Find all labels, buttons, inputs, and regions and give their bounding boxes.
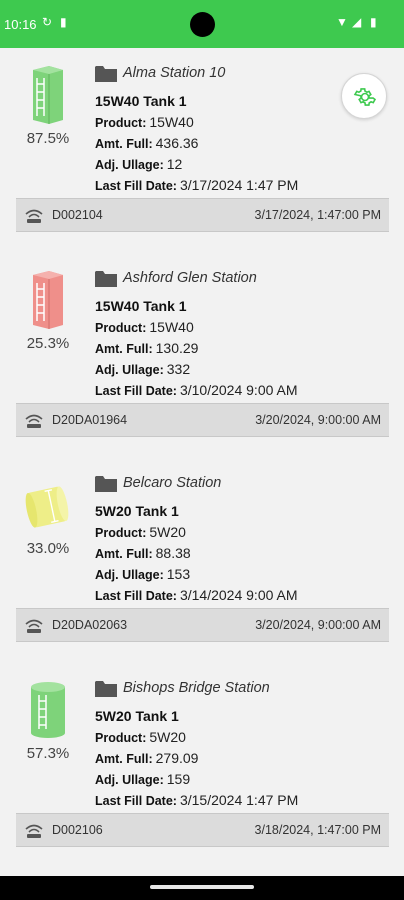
cylinder-tank-green-icon bbox=[31, 682, 65, 738]
device-reading-bar: D002106 3/18/2024, 1:47:00 PM bbox=[16, 813, 389, 847]
gear-icon bbox=[353, 88, 377, 106]
tank-name: 15W40 Tank 1 bbox=[95, 93, 187, 109]
fill-percent: 25.3% bbox=[26, 335, 70, 352]
signal-waves-icon bbox=[25, 414, 43, 428]
fill-percent: 33.0% bbox=[26, 540, 70, 557]
reading-timestamp: 3/17/2024, 1:47:00 PM bbox=[254, 208, 381, 222]
reading-timestamp: 3/20/2024, 9:00:00 AM bbox=[255, 618, 381, 632]
amount-full-field: Amt. Full: 88.38 bbox=[95, 545, 191, 561]
station-name: Alma Station 10 bbox=[123, 65, 226, 81]
station-name: Belcaro Station bbox=[123, 475, 222, 491]
last-fill-field: Last Fill Date: 3/10/2024 9:00 AM bbox=[95, 382, 298, 398]
station-name: Bishops Bridge Station bbox=[123, 680, 270, 696]
device-id: D20DA01964 bbox=[52, 413, 128, 427]
camera-cutout bbox=[190, 12, 215, 37]
folder-icon bbox=[95, 271, 117, 287]
product-field: Product: 15W40 bbox=[95, 114, 194, 130]
station-name: Ashford Glen Station bbox=[123, 270, 257, 286]
wifi-icon: ▼ bbox=[336, 15, 348, 29]
signal-waves-icon bbox=[25, 209, 43, 223]
ullage-field: Adj. Ullage: 153 bbox=[95, 566, 191, 582]
device-id: D20DA02063 bbox=[52, 618, 128, 632]
amount-full-field: Amt. Full: 279.09 bbox=[95, 750, 199, 766]
amount-full-field: Amt. Full: 436.36 bbox=[95, 135, 199, 151]
reading-timestamp: 3/18/2024, 1:47:00 PM bbox=[254, 823, 381, 837]
signal-icon: ◢ bbox=[352, 15, 362, 29]
product-field: Product: 5W20 bbox=[95, 524, 186, 540]
fill-percent: 57.3% bbox=[26, 745, 70, 762]
signal-waves-icon bbox=[25, 619, 43, 633]
sd-card-icon: ▮ bbox=[60, 15, 67, 29]
device-reading-bar: D20DA01964 3/20/2024, 9:00:00 AM bbox=[16, 403, 389, 437]
ullage-field: Adj. Ullage: 12 bbox=[95, 156, 183, 172]
tank-name: 15W40 Tank 1 bbox=[95, 298, 187, 314]
product-field: Product: 15W40 bbox=[95, 319, 194, 335]
amount-full-field: Amt. Full: 130.29 bbox=[95, 340, 199, 356]
settings-button[interactable] bbox=[341, 73, 387, 119]
fill-percent: 87.5% bbox=[26, 130, 70, 147]
device-reading-bar: D20DA02063 3/20/2024, 9:00:00 AM bbox=[16, 608, 389, 642]
device-id: D002106 bbox=[52, 823, 103, 837]
home-gesture-handle[interactable] bbox=[150, 885, 254, 889]
tank-name: 5W20 Tank 1 bbox=[95, 503, 179, 519]
folder-icon bbox=[95, 66, 117, 82]
device-reading-bar: D002104 3/17/2024, 1:47:00 PM bbox=[16, 198, 389, 232]
navigation-bar bbox=[0, 876, 404, 900]
reading-timestamp: 3/20/2024, 9:00:00 AM bbox=[255, 413, 381, 427]
vertical-tank-red-icon bbox=[33, 271, 63, 329]
status-bar: 10:16 ↻ ▮ ▼ ◢ ▮ bbox=[0, 0, 404, 48]
battery-icon: ▮ bbox=[370, 15, 377, 29]
last-fill-field: Last Fill Date: 3/17/2024 1:47 PM bbox=[95, 177, 299, 193]
ullage-field: Adj. Ullage: 332 bbox=[95, 361, 191, 377]
signal-waves-icon bbox=[25, 824, 43, 838]
vertical-tank-green-icon bbox=[33, 66, 63, 124]
last-fill-field: Last Fill Date: 3/14/2024 9:00 AM bbox=[95, 587, 298, 603]
tank-name: 5W20 Tank 1 bbox=[95, 708, 179, 724]
folder-icon bbox=[95, 476, 117, 492]
product-field: Product: 5W20 bbox=[95, 729, 186, 745]
ullage-field: Adj. Ullage: 159 bbox=[95, 771, 191, 787]
last-fill-field: Last Fill Date: 3/15/2024 1:47 PM bbox=[95, 792, 299, 808]
horizontal-tank-yellow-icon bbox=[25, 486, 69, 528]
folder-icon bbox=[95, 681, 117, 697]
device-id: D002104 bbox=[52, 208, 103, 222]
sync-icon: ↻ bbox=[42, 15, 53, 29]
status-time: 10:16 bbox=[4, 17, 37, 32]
